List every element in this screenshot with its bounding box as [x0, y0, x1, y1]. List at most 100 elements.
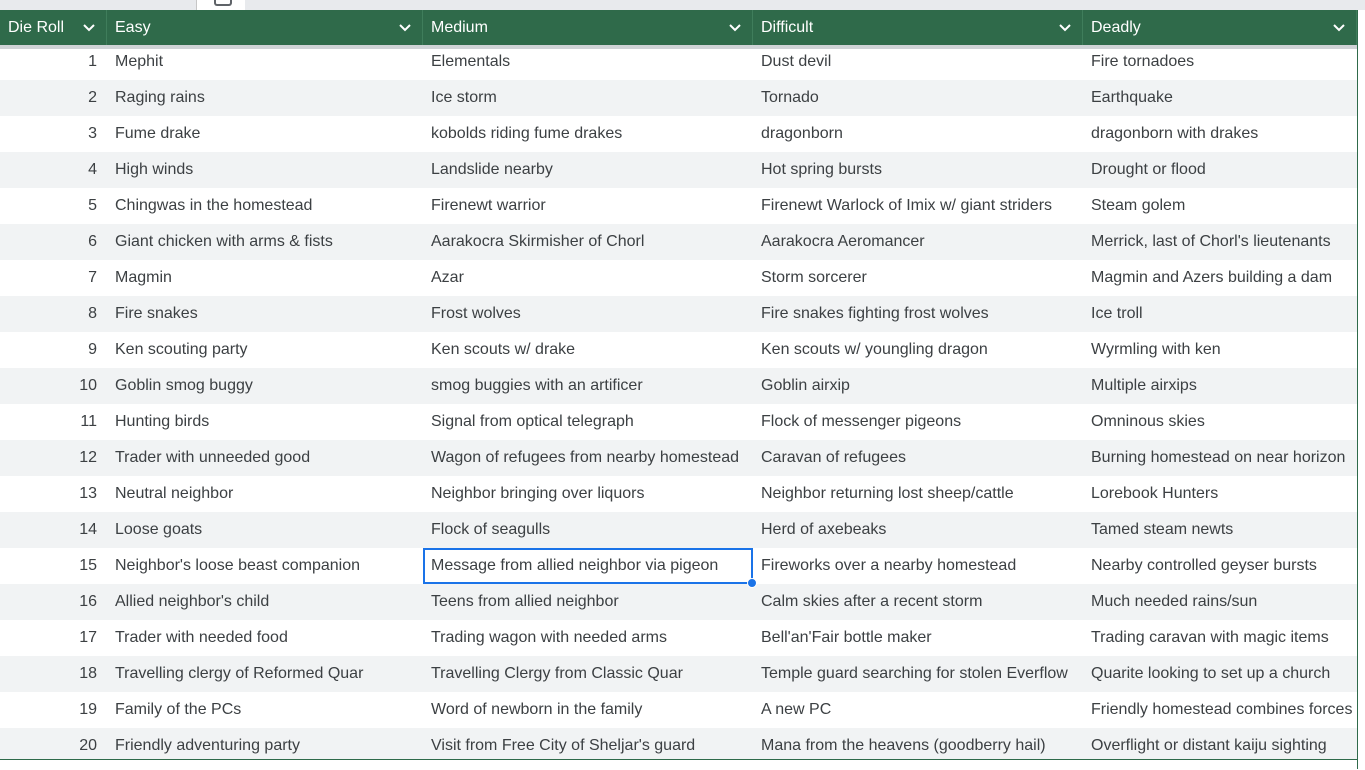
cell-easy[interactable]: High winds	[107, 152, 423, 188]
cell-medium[interactable]: smog buggies with an artificer	[423, 368, 753, 404]
cell-deadly[interactable]: dragonborn with drakes	[1083, 116, 1357, 152]
chevron-down-icon[interactable]	[82, 20, 96, 34]
chevron-down-icon[interactable]	[728, 20, 742, 34]
cell-easy[interactable]: Raging rains	[107, 80, 423, 116]
cell-easy[interactable]: Family of the PCs	[107, 692, 423, 728]
cell-difficult[interactable]: Hot spring bursts	[753, 152, 1083, 188]
cell-deadly[interactable]: Earthquake	[1083, 80, 1357, 116]
cell-medium[interactable]: Landslide nearby	[423, 152, 753, 188]
cell-deadly[interactable]: Drought or flood	[1083, 152, 1357, 188]
cell-deadly[interactable]: Wyrmling with ken	[1083, 332, 1357, 368]
cell-difficult[interactable]: Firenewt Warlock of Imix w/ giant stride…	[753, 188, 1083, 224]
cell-difficult[interactable]: Ken scouts w/ youngling dragon	[753, 332, 1083, 368]
cell-difficult[interactable]: Goblin airxip	[753, 368, 1083, 404]
cell-medium[interactable]: Wagon of refugees from nearby homestead	[423, 440, 753, 476]
cell-difficult[interactable]: Bell'an'Fair bottle maker	[753, 620, 1083, 656]
cell-difficult[interactable]: Caravan of refugees	[753, 440, 1083, 476]
cell-medium[interactable]: Firenewt warrior	[423, 188, 753, 224]
cell-medium[interactable]: Ken scouts w/ drake	[423, 332, 753, 368]
cell-die-roll[interactable]: 5	[0, 188, 107, 224]
cell-die-roll[interactable]: 15	[0, 548, 107, 584]
cell-deadly[interactable]: Steam golem	[1083, 188, 1357, 224]
cell-die-roll[interactable]: 12	[0, 440, 107, 476]
cell-deadly[interactable]: Quarite looking to set up a church	[1083, 656, 1357, 692]
cell-deadly[interactable]: Magmin and Azers building a dam	[1083, 260, 1357, 296]
cell-easy[interactable]: Goblin smog buggy	[107, 368, 423, 404]
cell-difficult[interactable]: Flock of messenger pigeons	[753, 404, 1083, 440]
cell-medium[interactable]: Teens from allied neighbor	[423, 584, 753, 620]
cell-difficult[interactable]: Storm sorcerer	[753, 260, 1083, 296]
cell-difficult[interactable]: Herd of axebeaks	[753, 512, 1083, 548]
cell-medium[interactable]: Frost wolves	[423, 296, 753, 332]
cell-deadly[interactable]: Merrick, last of Chorl's lieutenants	[1083, 224, 1357, 260]
cell-difficult[interactable]: Fire snakes fighting frost wolves	[753, 296, 1083, 332]
column-header-difficult[interactable]: Difficult	[753, 10, 1083, 45]
selected-cell[interactable]: Message from allied neighbor via pigeon	[423, 548, 757, 588]
cell-easy[interactable]: Trader with unneeded good	[107, 440, 423, 476]
column-header-easy[interactable]: Easy	[107, 10, 423, 45]
cell-easy[interactable]: Chingwas in the homestead	[107, 188, 423, 224]
cell-medium[interactable]: Signal from optical telegraph	[423, 404, 753, 440]
cell-medium[interactable]: kobolds riding fume drakes	[423, 116, 753, 152]
cell-difficult[interactable]: dragonborn	[753, 116, 1083, 152]
cell-easy[interactable]: Hunting birds	[107, 404, 423, 440]
cell-easy[interactable]: Neutral neighbor	[107, 476, 423, 512]
cell-easy[interactable]: Neighbor's loose beast companion	[107, 548, 423, 584]
cell-easy[interactable]: Travelling clergy of Reformed Quar	[107, 656, 423, 692]
chevron-down-icon[interactable]	[1332, 20, 1346, 34]
fill-handle[interactable]	[747, 578, 757, 588]
cell-medium[interactable]: Travelling Clergy from Classic Quar	[423, 656, 753, 692]
cell-difficult[interactable]: A new PC	[753, 692, 1083, 728]
cell-difficult[interactable]: Fireworks over a nearby homestead	[753, 548, 1083, 584]
cell-die-roll[interactable]: 16	[0, 584, 107, 620]
cell-die-roll[interactable]: 7	[0, 260, 107, 296]
cell-easy[interactable]: Allied neighbor's child	[107, 584, 423, 620]
cell-deadly[interactable]: Trading caravan with magic items	[1083, 620, 1357, 656]
column-header-die-roll[interactable]: Die Roll	[0, 10, 107, 45]
cell-easy[interactable]: Fire snakes	[107, 296, 423, 332]
cell-difficult[interactable]: Aarakocra Aeromancer	[753, 224, 1083, 260]
cell-die-roll[interactable]: 11	[0, 404, 107, 440]
cell-deadly[interactable]: Omninous skies	[1083, 404, 1357, 440]
cell-deadly[interactable]: Multiple airxips	[1083, 368, 1357, 404]
cell-die-roll[interactable]: 13	[0, 476, 107, 512]
cell-deadly[interactable]: Tamed steam newts	[1083, 512, 1357, 548]
cell-die-roll[interactable]: 10	[0, 368, 107, 404]
column-header-medium[interactable]: Medium	[423, 10, 753, 45]
cell-difficult[interactable]: Temple guard searching for stolen Everfl…	[753, 656, 1083, 692]
cell-difficult[interactable]: Dust devil	[753, 49, 1083, 80]
cell-die-roll[interactable]: 17	[0, 620, 107, 656]
cell-difficult[interactable]: Tornado	[753, 80, 1083, 116]
cell-deadly[interactable]: Much needed rains/sun	[1083, 584, 1357, 620]
cell-easy[interactable]: Trader with needed food	[107, 620, 423, 656]
cell-medium[interactable]: Trading wagon with needed arms	[423, 620, 753, 656]
cell-die-roll[interactable]: 6	[0, 224, 107, 260]
cell-difficult[interactable]: Calm skies after a recent storm	[753, 584, 1083, 620]
cell-die-roll[interactable]: 1	[0, 49, 107, 80]
sheet-tab[interactable]	[196, 0, 245, 10]
cell-deadly[interactable]: Fire tornadoes	[1083, 49, 1357, 80]
cell-die-roll[interactable]: 3	[0, 116, 107, 152]
cell-die-roll[interactable]: 8	[0, 296, 107, 332]
cell-medium[interactable]: Elementals	[423, 49, 753, 80]
cell-medium[interactable]: Word of newborn in the family	[423, 692, 753, 728]
cell-deadly[interactable]: Ice troll	[1083, 296, 1357, 332]
cell-easy[interactable]: Magmin	[107, 260, 423, 296]
cell-easy[interactable]: Ken scouting party	[107, 332, 423, 368]
cell-deadly[interactable]: Friendly homestead combines forces	[1083, 692, 1357, 728]
chevron-down-icon[interactable]	[398, 20, 412, 34]
cell-difficult[interactable]: Neighbor returning lost sheep/cattle	[753, 476, 1083, 512]
cell-die-roll[interactable]: 14	[0, 512, 107, 548]
cell-deadly[interactable]: Nearby controlled geyser bursts	[1083, 548, 1357, 584]
cell-medium[interactable]: Azar	[423, 260, 753, 296]
cell-die-roll[interactable]: 19	[0, 692, 107, 728]
cell-die-roll[interactable]: 18	[0, 656, 107, 692]
cell-easy[interactable]: Fume drake	[107, 116, 423, 152]
cell-deadly[interactable]: Burning homestead on near horizon	[1083, 440, 1357, 476]
cell-medium[interactable]: Neighbor bringing over liquors	[423, 476, 753, 512]
cell-medium[interactable]: Flock of seagulls	[423, 512, 753, 548]
cell-deadly[interactable]: Lorebook Hunters	[1083, 476, 1357, 512]
cell-easy[interactable]: Giant chicken with arms & fists	[107, 224, 423, 260]
column-header-deadly[interactable]: Deadly	[1083, 10, 1357, 45]
chevron-down-icon[interactable]	[1058, 20, 1072, 34]
